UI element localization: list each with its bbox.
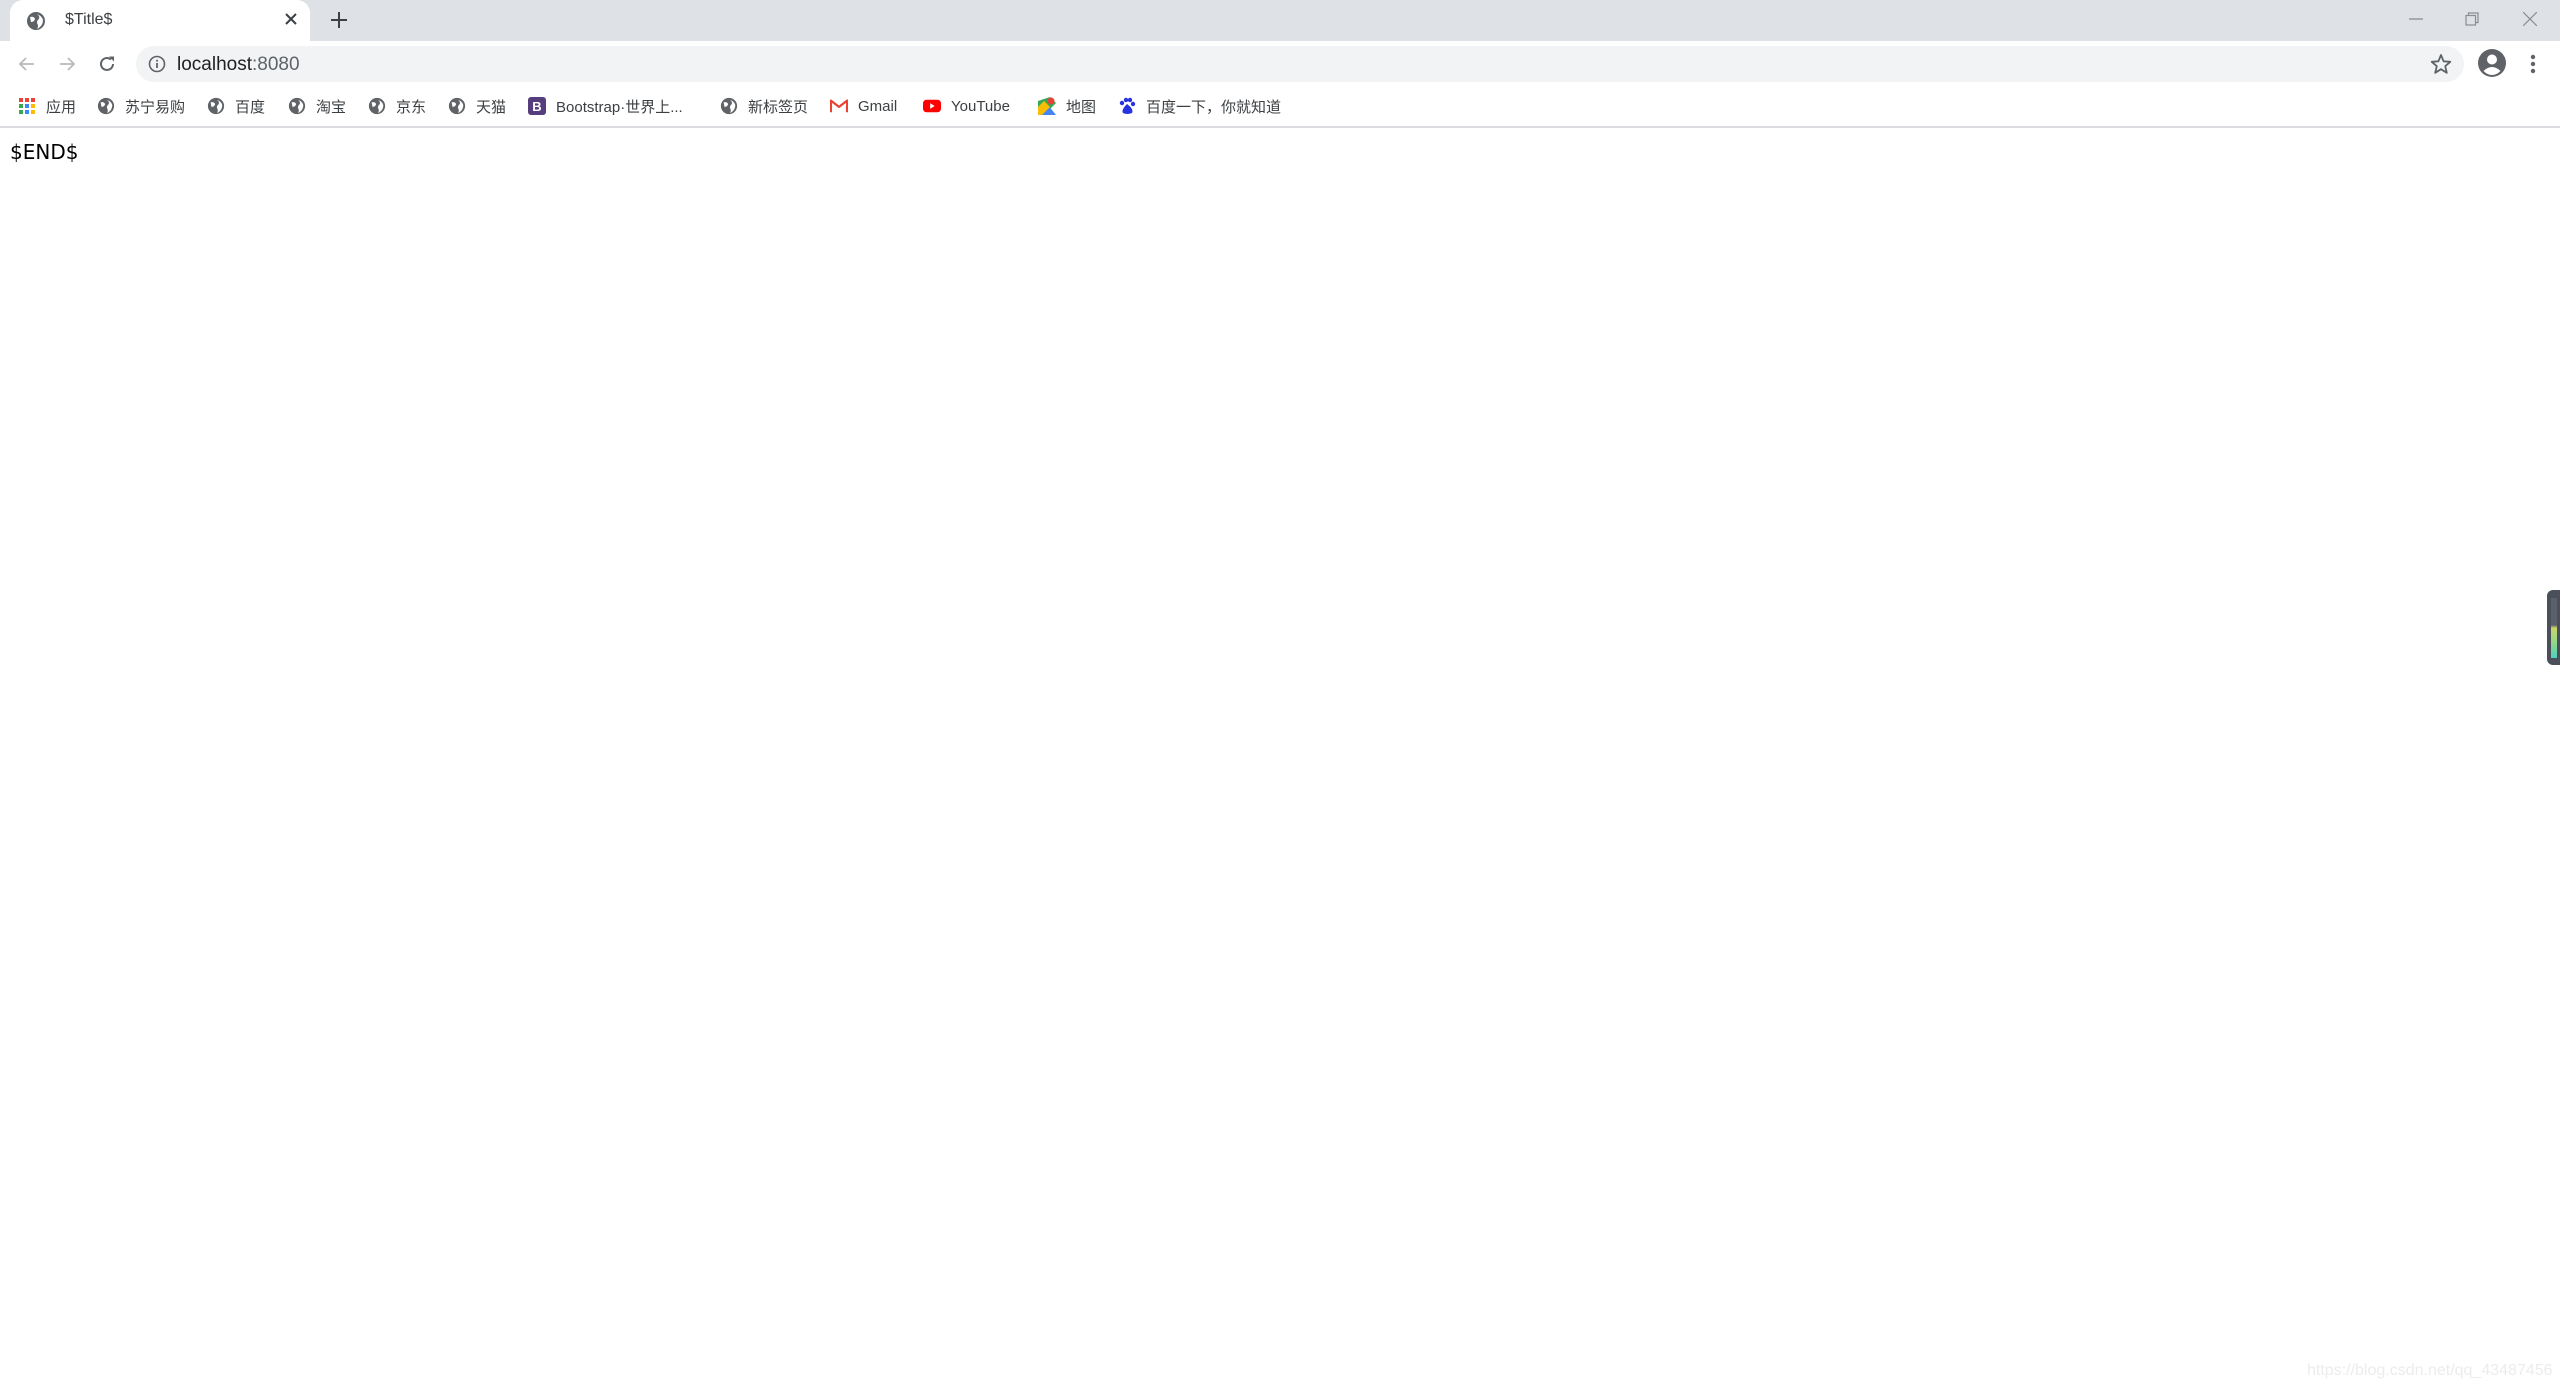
bookmarks-bar: 应用 苏宁易购 百度 淘宝 京东 天猫 B Bootstrap·世界上... 新… (0, 86, 2560, 128)
globe-icon (288, 97, 306, 115)
star-icon (2430, 54, 2452, 74)
side-widget-handle[interactable] (2547, 590, 2560, 665)
bookmark-baidu[interactable]: 百度 (207, 94, 265, 118)
url-host: localhost (177, 54, 252, 75)
globe-icon (720, 97, 738, 115)
window-close-button[interactable] (2502, 0, 2558, 38)
globe-icon (448, 97, 466, 115)
maps-icon (1038, 97, 1056, 115)
bootstrap-icon: B (528, 97, 546, 115)
bookmark-label: 新标签页 (748, 98, 809, 116)
address-bar[interactable]: localhost:8080 (136, 46, 2464, 82)
globe-icon (26, 11, 46, 31)
bookmark-tmall[interactable]: 天猫 (448, 94, 506, 118)
page-content: $END$ (0, 128, 2560, 1390)
gmail-icon (830, 97, 848, 115)
url-input[interactable]: localhost:8080 (177, 54, 1677, 76)
new-tab-button[interactable] (325, 6, 353, 34)
back-arrow-icon (18, 57, 34, 71)
bookmark-newtab[interactable]: 新标签页 (720, 94, 808, 118)
profile-button[interactable] (2477, 48, 2507, 78)
bookmark-youtube[interactable]: YouTube (923, 94, 1010, 118)
bookmark-jd[interactable]: 京东 (368, 94, 426, 118)
baidu-paw-icon (1118, 97, 1136, 115)
level-meter (2551, 598, 2557, 658)
bookmark-baidu-search[interactable]: 百度一下，你就知道 (1118, 94, 1281, 118)
bookmark-bootstrap[interactable]: B Bootstrap·世界上... (528, 94, 683, 118)
plus-icon (331, 12, 347, 28)
bookmark-label: 天猫 (476, 98, 507, 116)
globe-icon (368, 97, 386, 115)
bookmark-label: Gmail (858, 97, 898, 115)
apps-grid-icon (18, 97, 36, 115)
bookmark-label: 苏宁易购 (125, 98, 186, 116)
globe-icon (207, 97, 225, 115)
page-body-text: $END$ (10, 140, 79, 164)
tab-title: $Title$ (65, 11, 113, 28)
reload-button[interactable] (92, 49, 122, 79)
more-vert-icon (2530, 54, 2536, 74)
globe-icon (97, 97, 115, 115)
profile-icon (2478, 49, 2506, 77)
bookmark-gmail[interactable]: Gmail (830, 94, 897, 118)
browser-toolbar: localhost:8080 (0, 41, 2560, 86)
forward-arrow-icon (60, 57, 76, 71)
bookmark-label: 京东 (396, 98, 427, 116)
minimize-button[interactable] (2388, 0, 2444, 38)
bookmark-label: 地图 (1066, 98, 1097, 116)
back-button[interactable] (12, 49, 42, 79)
bookmark-maps[interactable]: 地图 (1038, 94, 1096, 118)
bookmark-star-button[interactable] (2430, 53, 2452, 75)
reload-icon (100, 56, 114, 71)
tab-active[interactable]: $Title$ (10, 0, 310, 41)
tab-strip: $Title$ (0, 0, 2560, 41)
bookmark-label: 百度一下，你就知道 (1146, 98, 1282, 116)
close-icon (2523, 12, 2537, 26)
tab-close-button[interactable] (280, 9, 302, 31)
bookmark-label: Bootstrap·世界上... (556, 98, 683, 116)
youtube-icon (923, 97, 941, 115)
restore-button[interactable] (2444, 0, 2500, 38)
bookmark-apps[interactable]: 应用 (18, 94, 76, 118)
bookmark-label: 百度 (235, 98, 266, 116)
bookmark-label: 淘宝 (316, 98, 347, 116)
restore-icon (2465, 12, 2479, 26)
bookmark-suning[interactable]: 苏宁易购 (97, 94, 185, 118)
close-icon (285, 13, 297, 25)
info-icon[interactable] (148, 55, 166, 73)
browser-menu-button[interactable] (2521, 49, 2545, 79)
minimize-icon (2409, 18, 2423, 20)
watermark: https://blog.csdn.net/qq_43487456 (2307, 1362, 2553, 1379)
bookmark-label: 应用 (46, 98, 77, 116)
url-port: :8080 (252, 54, 300, 75)
bookmark-taobao[interactable]: 淘宝 (288, 94, 346, 118)
svg-text:B: B (532, 99, 541, 114)
bookmark-label: YouTube (951, 97, 1010, 115)
forward-button[interactable] (52, 49, 82, 79)
